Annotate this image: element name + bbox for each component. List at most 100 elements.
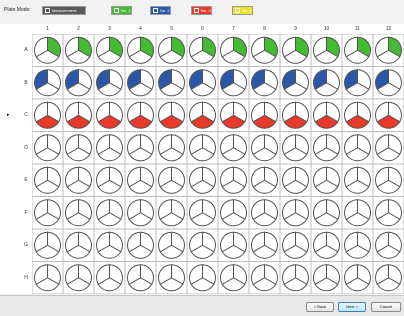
row-header[interactable]: H — [20, 275, 32, 281]
well-H8[interactable] — [251, 264, 278, 292]
well-G1[interactable] — [34, 231, 61, 259]
well-F11[interactable] — [344, 199, 371, 227]
well-G7[interactable] — [220, 231, 247, 259]
well-B4[interactable] — [127, 69, 154, 97]
well-A10[interactable] — [313, 36, 340, 64]
well-C7[interactable] — [220, 101, 247, 129]
row-header[interactable]: G — [20, 242, 32, 248]
well-F6[interactable] — [189, 199, 216, 227]
well-C4[interactable] — [127, 101, 154, 129]
cancel-button[interactable]: Cancel — [371, 302, 401, 312]
well-D10[interactable] — [313, 134, 340, 162]
well-E9[interactable] — [282, 166, 309, 194]
column-header[interactable]: 6 — [187, 24, 218, 34]
well-E4[interactable] — [127, 166, 154, 194]
well-B1[interactable] — [34, 69, 61, 97]
well-B9[interactable] — [282, 69, 309, 97]
well-C2[interactable] — [65, 101, 92, 129]
well-H1[interactable] — [34, 264, 61, 292]
well-E11[interactable] — [344, 166, 371, 194]
well-D12[interactable] — [375, 134, 402, 162]
row-header[interactable]: E — [20, 177, 32, 183]
well-D1[interactable] — [34, 134, 61, 162]
well-B7[interactable] — [220, 69, 247, 97]
well-H4[interactable] — [127, 264, 154, 292]
group-4-button[interactable]: No. 4 — [232, 6, 253, 15]
column-header[interactable]: 5 — [156, 24, 187, 34]
well-B11[interactable] — [344, 69, 371, 97]
group-3-button[interactable]: No. 3 — [191, 6, 212, 15]
well-E6[interactable] — [189, 166, 216, 194]
well-F7[interactable] — [220, 199, 247, 227]
row-header[interactable]: B — [20, 80, 32, 86]
column-header[interactable]: 3 — [94, 24, 125, 34]
column-header[interactable]: 7 — [218, 24, 249, 34]
well-E2[interactable] — [65, 166, 92, 194]
well-D3[interactable] — [96, 134, 123, 162]
well-C1[interactable] — [34, 101, 61, 129]
well-F10[interactable] — [313, 199, 340, 227]
well-H7[interactable] — [220, 264, 247, 292]
well-C9[interactable] — [282, 101, 309, 129]
well-H2[interactable] — [65, 264, 92, 292]
measurement-mode-button[interactable]: Measurement — [42, 6, 86, 15]
well-F8[interactable] — [251, 199, 278, 227]
well-A2[interactable] — [65, 36, 92, 64]
well-G3[interactable] — [96, 231, 123, 259]
well-G12[interactable] — [375, 231, 402, 259]
group-2-button[interactable]: No. 2 — [150, 6, 171, 15]
well-C6[interactable] — [189, 101, 216, 129]
well-G4[interactable] — [127, 231, 154, 259]
well-A11[interactable] — [344, 36, 371, 64]
well-A3[interactable] — [96, 36, 123, 64]
well-B3[interactable] — [96, 69, 123, 97]
well-F9[interactable] — [282, 199, 309, 227]
well-A1[interactable] — [34, 36, 61, 64]
well-C12[interactable] — [375, 101, 402, 129]
well-G10[interactable] — [313, 231, 340, 259]
well-D6[interactable] — [189, 134, 216, 162]
well-A8[interactable] — [251, 36, 278, 64]
column-header[interactable]: 1 — [32, 24, 63, 34]
well-C5[interactable] — [158, 101, 185, 129]
column-header[interactable]: 9 — [280, 24, 311, 34]
column-header[interactable]: 10 — [311, 24, 342, 34]
well-H6[interactable] — [189, 264, 216, 292]
group-1-button[interactable]: No. 1 — [111, 6, 132, 15]
well-C3[interactable] — [96, 101, 123, 129]
well-B2[interactable] — [65, 69, 92, 97]
well-H9[interactable] — [282, 264, 309, 292]
column-header[interactable]: 4 — [125, 24, 156, 34]
well-G9[interactable] — [282, 231, 309, 259]
well-B8[interactable] — [251, 69, 278, 97]
well-H11[interactable] — [344, 264, 371, 292]
column-header[interactable]: 8 — [249, 24, 280, 34]
well-H5[interactable] — [158, 264, 185, 292]
well-F2[interactable] — [65, 199, 92, 227]
well-G5[interactable] — [158, 231, 185, 259]
well-E5[interactable] — [158, 166, 185, 194]
well-D11[interactable] — [344, 134, 371, 162]
row-header[interactable]: F — [20, 210, 32, 216]
well-G11[interactable] — [344, 231, 371, 259]
well-F5[interactable] — [158, 199, 185, 227]
well-H12[interactable] — [375, 264, 402, 292]
well-D2[interactable] — [65, 134, 92, 162]
well-C11[interactable] — [344, 101, 371, 129]
well-E7[interactable] — [220, 166, 247, 194]
well-F1[interactable] — [34, 199, 61, 227]
well-H10[interactable] — [313, 264, 340, 292]
well-F12[interactable] — [375, 199, 402, 227]
well-G2[interactable] — [65, 231, 92, 259]
column-header[interactable]: 11 — [342, 24, 373, 34]
well-E3[interactable] — [96, 166, 123, 194]
row-header[interactable]: D — [20, 145, 32, 151]
well-E8[interactable] — [251, 166, 278, 194]
well-D4[interactable] — [127, 134, 154, 162]
well-G6[interactable] — [189, 231, 216, 259]
well-A6[interactable] — [189, 36, 216, 64]
well-A7[interactable] — [220, 36, 247, 64]
well-B12[interactable] — [375, 69, 402, 97]
row-header[interactable]: C — [20, 112, 32, 118]
well-C10[interactable] — [313, 101, 340, 129]
